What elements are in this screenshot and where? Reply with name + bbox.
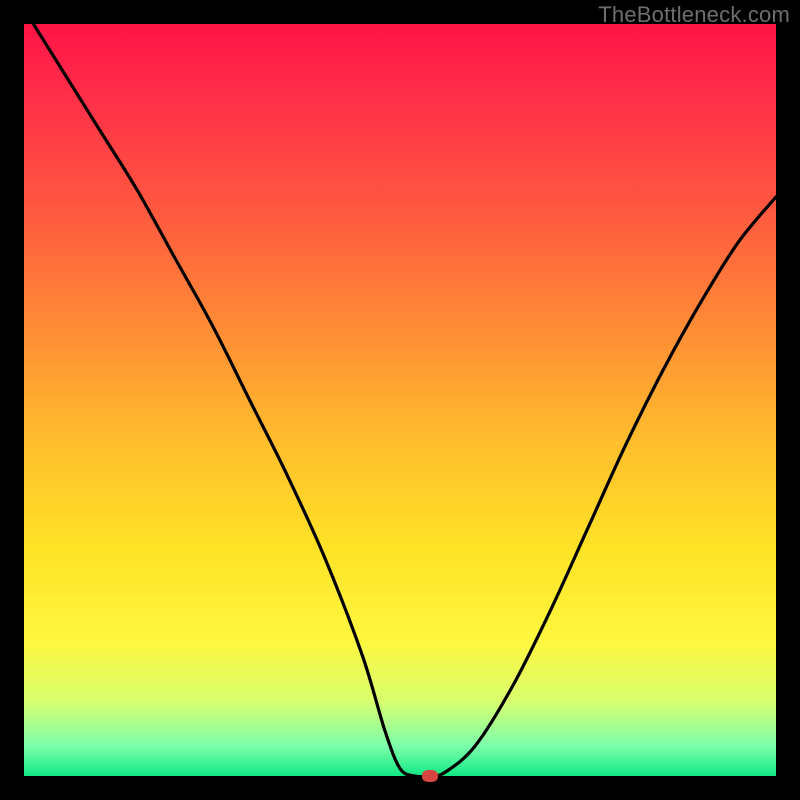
optimum-marker xyxy=(422,770,438,782)
chart-frame: TheBottleneck.com xyxy=(0,0,800,800)
bottleneck-curve xyxy=(24,24,776,776)
plot-area xyxy=(24,24,776,776)
curve-path xyxy=(24,24,776,776)
watermark-label: TheBottleneck.com xyxy=(598,2,790,28)
